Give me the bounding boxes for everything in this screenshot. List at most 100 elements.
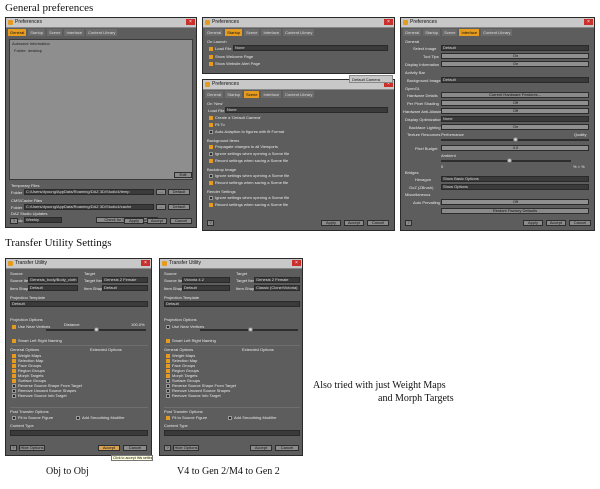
region-groups-checkbox[interactable] [12, 369, 16, 373]
tab-general[interactable]: General [205, 91, 224, 98]
tab-startup[interactable]: Startup [423, 29, 441, 36]
temp-path-field[interactable]: C:/Users/dyoung/AppData/Roaming/DAZ 3D/S… [24, 189, 154, 195]
tab-content-library[interactable]: Content Library [283, 29, 315, 36]
help-button[interactable]: ? [10, 218, 18, 224]
tab-general[interactable]: General [205, 29, 224, 36]
close-icon[interactable]: × [292, 260, 301, 266]
general-accept-button[interactable]: Accept [147, 218, 167, 224]
interface-accept-button[interactable]: Accept [546, 220, 566, 226]
tab-content-library[interactable]: Content Library [481, 29, 513, 36]
weight-maps-checkbox[interactable] [12, 354, 16, 358]
ignore-open-checkbox[interactable] [209, 152, 213, 156]
face-groups-checkbox[interactable] [12, 364, 16, 368]
face-groups-checkbox[interactable] [166, 364, 170, 368]
selection-map-checkbox[interactable] [166, 359, 170, 363]
tab-startup[interactable]: Startup [28, 29, 46, 36]
ignore-open3-checkbox[interactable] [209, 196, 213, 200]
smart-left-right-checkbox[interactable] [166, 339, 170, 343]
auto-prevailing-toggle[interactable]: Off [441, 199, 589, 205]
reverse-source-checkbox[interactable] [12, 384, 16, 388]
distance-slider-knob[interactable] [248, 327, 253, 332]
hexagon-select[interactable]: Show Basic Options [441, 176, 589, 182]
source-shape-select[interactable]: Default [182, 285, 230, 291]
record-save2-checkbox[interactable] [209, 181, 213, 185]
morph-targets-checkbox[interactable] [166, 374, 170, 378]
tab-content-library[interactable]: Content Library [86, 29, 118, 36]
interface-cancel-button[interactable]: Cancel [569, 220, 591, 226]
remove-target-checkbox[interactable] [166, 394, 170, 398]
transfer-accept-button[interactable]: Accept [250, 445, 272, 451]
remove-unused-checkbox[interactable] [12, 389, 16, 393]
target-item-select[interactable]: Genesis 2 Female [254, 277, 300, 283]
load-file-checkbox[interactable] [209, 47, 213, 51]
cache-default-button[interactable]: Default [168, 204, 190, 210]
background-select[interactable]: Default [441, 77, 589, 83]
temp-default-button[interactable]: Default [168, 189, 190, 195]
reverse-source-checkbox[interactable] [166, 384, 170, 388]
source-item-select[interactable]: Victoria 4.2 [182, 277, 230, 283]
help-button[interactable]: ? [10, 445, 17, 451]
help-button[interactable]: ? [164, 445, 171, 451]
tab-interface[interactable]: Interface [64, 29, 85, 36]
add-smoothing-checkbox[interactable] [76, 416, 80, 420]
tool-tips-toggle[interactable]: On [441, 53, 589, 59]
tab-interface[interactable]: Interface [459, 29, 480, 36]
region-groups-checkbox[interactable] [166, 369, 170, 373]
load-file-select[interactable]: None [233, 45, 388, 51]
pixel-budget-field[interactable]: 4.0 [441, 145, 589, 151]
cache-browse-button[interactable]: ... [156, 204, 166, 210]
hide-options-button[interactable]: Hide Options [173, 445, 199, 451]
source-item-select[interactable]: Genesis_body/Body_cloth [28, 277, 78, 283]
target-item-select[interactable]: Genesis 2 Female [102, 277, 148, 283]
interface-apply-button[interactable]: Apply [523, 220, 543, 226]
tab-scene[interactable]: Scene [442, 29, 458, 36]
display-optimization-select[interactable]: None [441, 116, 589, 122]
general-cancel-button[interactable]: Cancel [170, 218, 192, 224]
tab-startup[interactable]: Startup [225, 91, 243, 98]
tab-scene[interactable]: Scene [47, 29, 63, 36]
hardware-features-button[interactable]: Current Hardware Features... [441, 92, 589, 98]
show-website-alert-checkbox[interactable] [209, 62, 213, 66]
help-button[interactable]: ? [405, 220, 412, 226]
add-smoothing-checkbox[interactable] [228, 416, 232, 420]
selection-map-checkbox[interactable] [12, 359, 16, 363]
show-welcome-checkbox[interactable] [209, 55, 213, 59]
ambient-slider-knob[interactable] [507, 158, 512, 163]
ignore-open2-checkbox[interactable] [209, 174, 213, 178]
surface-groups-checkbox[interactable] [12, 379, 16, 383]
backface-toggle[interactable]: On [441, 124, 589, 130]
tab-interface[interactable]: Interface [261, 29, 282, 36]
restore-defaults-button[interactable]: Restore Factory Defaults [441, 208, 589, 214]
remove-target-checkbox[interactable] [12, 394, 16, 398]
anti-aliasing-toggle[interactable]: Off [441, 108, 589, 114]
help-button[interactable]: ? [207, 220, 214, 226]
fit-to-source-checkbox[interactable] [12, 416, 16, 420]
projection-template-select[interactable]: Default [10, 301, 148, 307]
display-info-toggle[interactable]: On [441, 61, 589, 67]
zbrush-select[interactable]: Show Options [441, 184, 589, 190]
tab-general[interactable]: General [403, 29, 422, 36]
transfer-cancel-button[interactable]: Cancel [275, 445, 299, 451]
content-type-select[interactable] [164, 430, 300, 436]
weight-maps-checkbox[interactable] [166, 354, 170, 358]
record-save3-checkbox[interactable] [209, 203, 213, 207]
create-default-camera-checkbox[interactable] [209, 116, 213, 120]
smart-left-right-checkbox[interactable] [12, 339, 16, 343]
hide-options-button[interactable]: Hide Options [19, 445, 45, 451]
tab-scene[interactable]: Scene [244, 91, 260, 98]
scene-cancel-button[interactable]: Cancel [367, 220, 389, 226]
general-apply-button[interactable]: Apply [124, 218, 144, 224]
remove-unused-checkbox[interactable] [166, 389, 170, 393]
source-shape-select[interactable]: Default [28, 285, 78, 291]
distance-slider-knob[interactable] [94, 327, 99, 332]
auto-adapt-checkbox[interactable] [209, 130, 213, 134]
cache-path-field[interactable]: C:/Users/dyoung/AppData/Roaming/DAZ 3D/S… [24, 204, 154, 210]
target-shape-select[interactable]: Classic (Clone/Victoria) [254, 285, 300, 291]
close-icon[interactable]: × [141, 260, 150, 266]
per-pixel-toggle[interactable]: Off [441, 100, 589, 106]
tab-interface[interactable]: Interface [261, 91, 282, 98]
texture-slider-knob[interactable] [513, 137, 518, 142]
scene-accept-button[interactable]: Accept [344, 220, 364, 226]
propagate-checkbox[interactable] [209, 145, 213, 149]
use-near-vertices-checkbox[interactable] [12, 325, 16, 329]
